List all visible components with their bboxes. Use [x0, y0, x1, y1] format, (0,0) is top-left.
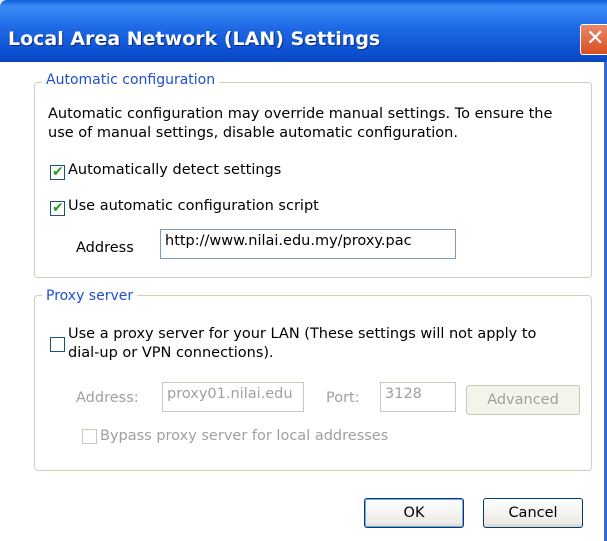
use-proxy-checkbox[interactable] — [50, 337, 65, 352]
dialog-title: Local Area Network (LAN) Settings — [8, 28, 381, 50]
lan-settings-dialog: Local Area Network (LAN) Settings ✕ Auto… — [0, 0, 607, 541]
proxy-legend: Proxy server — [42, 288, 138, 304]
auto-script-label[interactable]: Use automatic configuration script — [68, 198, 319, 214]
check-icon: ✔ — [52, 200, 64, 216]
auto-config-description-line2: use of manual settings, disable automati… — [48, 125, 458, 141]
advanced-button[interactable]: Advanced — [466, 385, 580, 415]
auto-detect-label[interactable]: Automatically detect settings — [68, 162, 281, 178]
auto-config-description-line1: Automatic configuration may override man… — [48, 106, 553, 122]
auto-detect-checkbox[interactable]: ✔ — [50, 164, 65, 180]
use-proxy-label-line1[interactable]: Use a proxy server for your LAN (These s… — [68, 326, 536, 342]
proxy-port-label: Port: — [326, 390, 360, 406]
close-button[interactable]: ✕ — [580, 24, 607, 55]
script-address-input[interactable]: http://www.nilai.edu.my/proxy.pac — [160, 229, 456, 259]
close-icon: ✕ — [586, 26, 605, 51]
ok-button[interactable]: OK — [364, 498, 464, 528]
auto-script-checkbox[interactable]: ✔ — [50, 200, 65, 216]
proxy-port-input[interactable]: 3128 — [380, 382, 456, 412]
use-proxy-label-line2[interactable]: dial-up or VPN connections). — [68, 345, 274, 361]
dialog-body: Automatic configuration Automatic config… — [0, 62, 607, 541]
proxy-address-label: Address: — [76, 390, 139, 406]
bypass-local-checkbox[interactable] — [82, 429, 97, 444]
title-bar: Local Area Network (LAN) Settings ✕ — [0, 0, 607, 62]
proxy-address-input[interactable]: proxy01.nilai.edu — [162, 382, 304, 412]
cancel-button[interactable]: Cancel — [483, 498, 583, 528]
auto-config-legend: Automatic configuration — [42, 72, 220, 88]
bypass-local-label[interactable]: Bypass proxy server for local addresses — [100, 428, 388, 444]
script-address-label: Address — [76, 240, 134, 256]
proxy-group — [34, 295, 592, 471]
check-icon: ✔ — [52, 164, 64, 180]
